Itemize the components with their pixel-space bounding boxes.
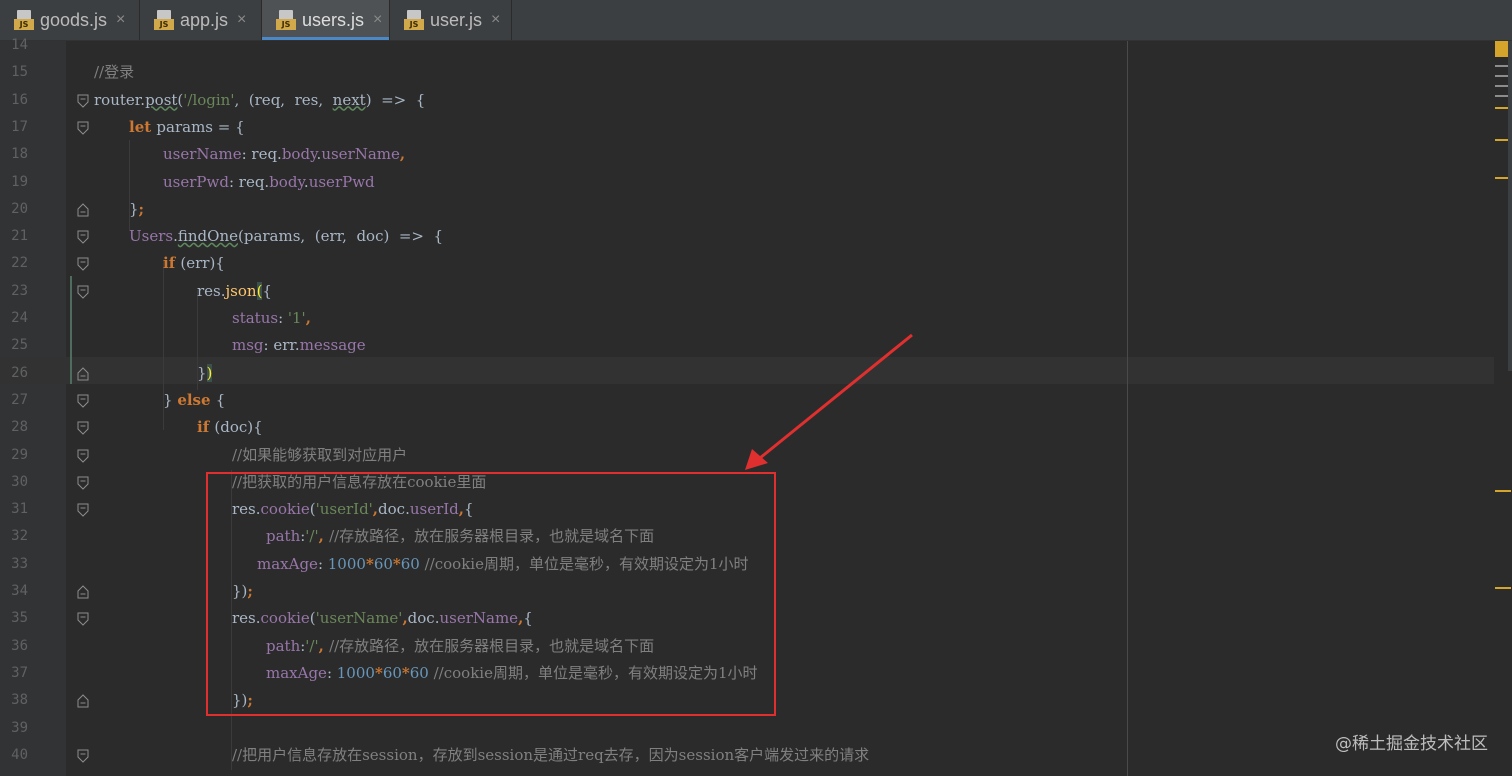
annotation-arrow [745,333,913,470]
watermark: @稀土掘金技术社区 [1335,734,1488,754]
